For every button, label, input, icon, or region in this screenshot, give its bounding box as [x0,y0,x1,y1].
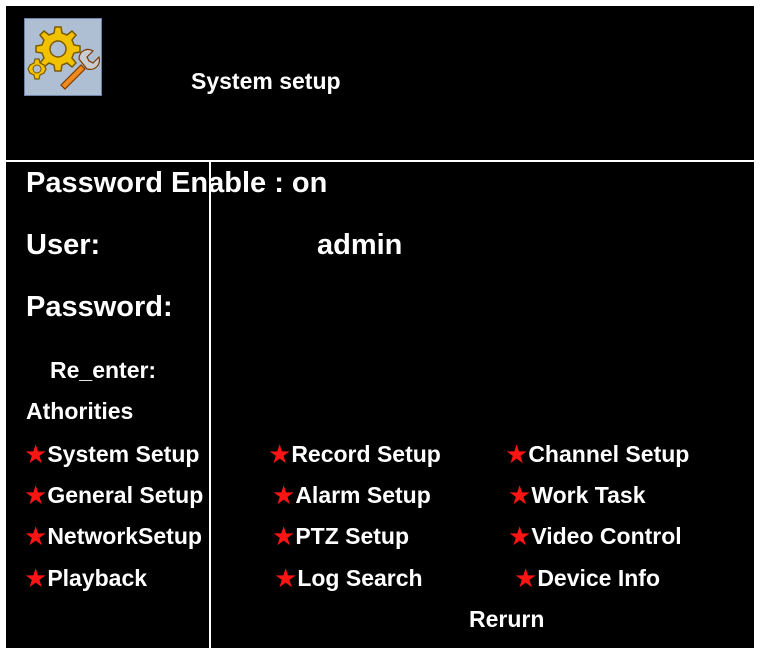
star-marker-icon: ★ [24,439,48,469]
permission-label: Channel Setup [528,441,690,467]
permission-label: Work Task [531,482,646,508]
permission-general-setup[interactable]: ★General Setup [24,482,203,508]
permission-label: Record Setup [291,441,441,467]
star-marker-icon: ★ [508,521,532,551]
permission-label: PTZ Setup [295,523,410,549]
permission-label: Alarm Setup [295,482,431,508]
permission-device-info[interactable]: ★Device Info [514,565,660,591]
permission-label: Log Search [297,565,423,591]
password-label: Password: [26,291,173,323]
permission-playback[interactable]: ★Playback [24,565,147,591]
star-marker-icon: ★ [24,563,48,593]
permission-network-setup[interactable]: ★NetworkSetup [24,523,202,549]
star-marker-icon: ★ [268,439,292,469]
permission-label: General Setup [47,482,204,508]
star-marker-icon: ★ [505,439,529,469]
authorities-heading: Athorities [26,398,134,424]
star-marker-icon: ★ [272,480,296,510]
permission-log-search[interactable]: ★Log Search [274,565,423,591]
permission-channel-setup[interactable]: ★Channel Setup [505,441,689,467]
permission-label: NetworkSetup [47,523,202,549]
permission-work-task[interactable]: ★Work Task [508,482,646,508]
permission-video-control[interactable]: ★Video Control [508,523,682,549]
permission-ptz-setup[interactable]: ★PTZ Setup [272,523,409,549]
star-marker-icon: ★ [508,480,532,510]
permission-label: Playback [47,565,148,591]
star-marker-icon: ★ [24,480,48,510]
return-button[interactable]: Rerurn [469,608,544,631]
reenter-label: Re_enter: [50,357,157,383]
user-label: User: [26,229,101,261]
permission-label: Device Info [537,565,661,591]
permission-label: Video Control [531,523,682,549]
permission-alarm-setup[interactable]: ★Alarm Setup [272,482,431,508]
header-divider [6,160,754,162]
setup-panel: System setup Password Enable : on User: … [6,6,754,648]
page-title: System setup [191,68,341,94]
star-marker-icon: ★ [24,521,48,551]
system-setup-screen: System setup Password Enable : on User: … [0,0,760,654]
user-field[interactable]: admin [317,231,402,260]
star-marker-icon: ★ [272,521,296,551]
star-marker-icon: ★ [514,563,538,593]
settings-gear-wrench-icon [24,18,102,96]
star-marker-icon: ★ [274,563,298,593]
column-divider [209,160,211,648]
permission-label: System Setup [47,441,200,467]
permission-system-setup[interactable]: ★System Setup [24,441,199,467]
permission-record-setup[interactable]: ★Record Setup [268,441,441,467]
password-enable-toggle[interactable]: Password Enable : on [26,169,327,198]
